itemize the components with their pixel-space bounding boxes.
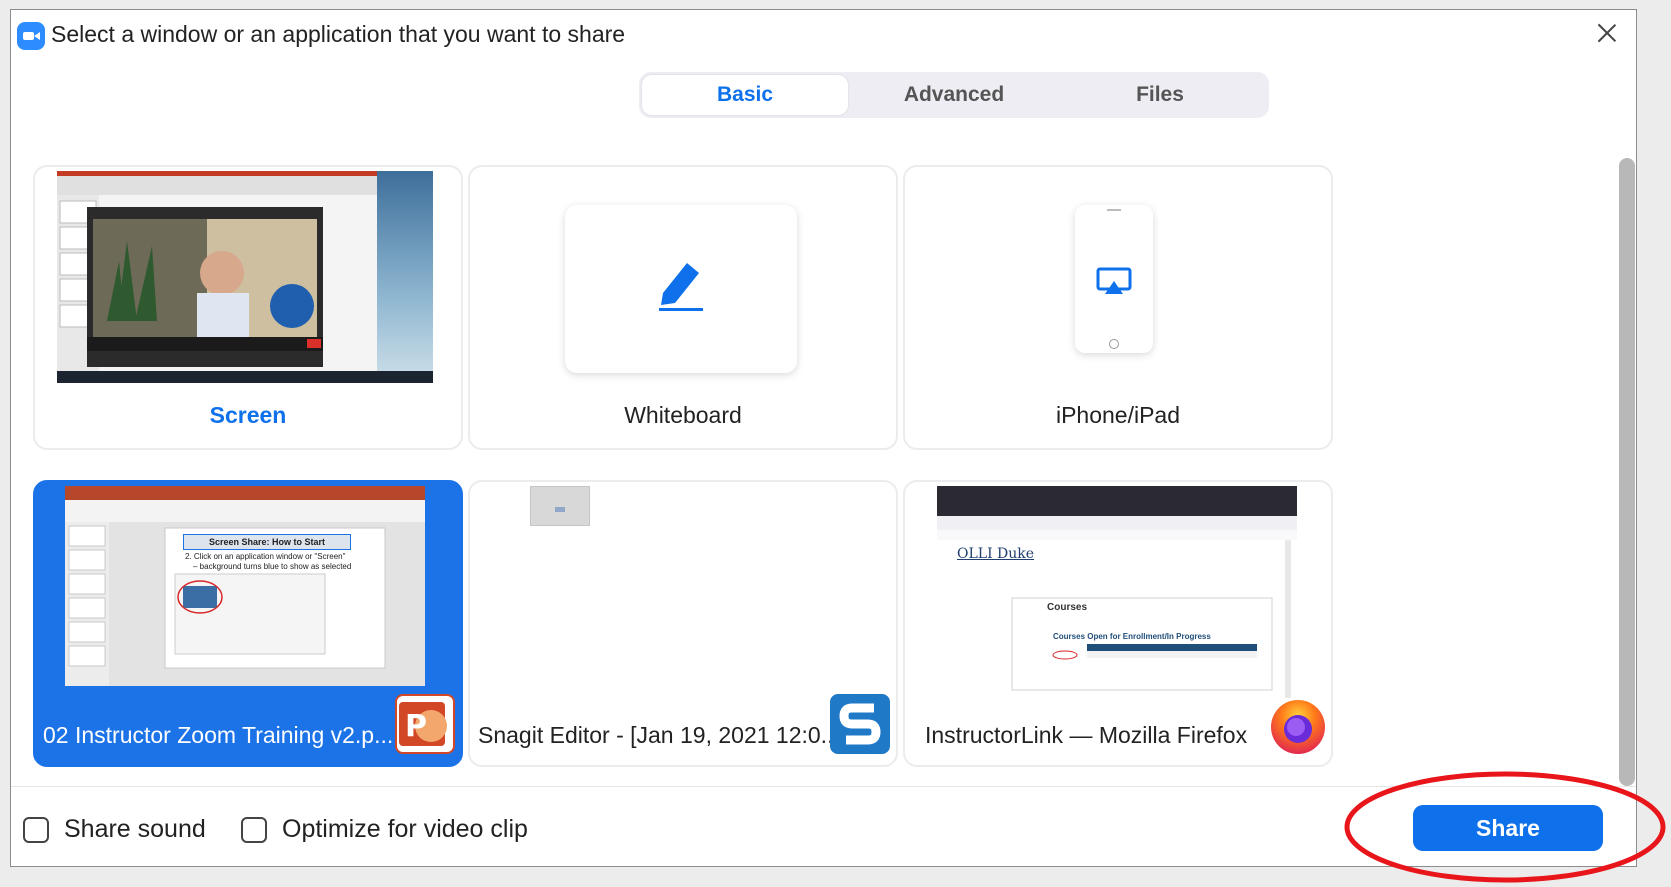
whiteboard-card[interactable]: Whiteboard [468,165,898,450]
snagit-icon [830,694,890,754]
tab-basic[interactable]: Basic [642,75,848,115]
screen-thumbnail [57,171,433,383]
slide-text-2: – background turns blue to show as selec… [193,562,352,571]
firefox-icon [1267,694,1327,754]
tab-advanced[interactable]: Advanced [851,75,1057,115]
zoom-camera-icon [17,22,45,50]
app-label-snagit: Snagit Editor - [Jan 19, 2021 12:0... [478,722,840,748]
whiteboard-tile [565,205,797,373]
share-dialog: Select a window or an application that y… [10,9,1637,867]
olli-logo: OLLI Duke [957,546,1035,562]
screen-card[interactable]: Screen [33,165,463,450]
pen-icon [659,263,703,311]
footer-divider [11,786,1636,787]
snagit-thumbnail [530,486,590,526]
app-label-firefox: InstructorLink — Mozilla Firefox [925,722,1248,748]
powerpoint-thumbnail: Screen Share: How to Start 2. Click on a… [65,486,425,686]
courses-heading: Courses [1047,602,1088,613]
app-card-powerpoint[interactable]: Screen Share: How to Start 2. Click on a… [33,480,463,767]
share-button[interactable]: Share [1413,805,1603,851]
app-card-firefox[interactable]: OLLI Duke Courses Courses Open for Enrol… [903,480,1333,767]
scrollbar[interactable] [1619,158,1635,786]
slide-text-1: 2. Click on an application window or "Sc… [185,552,346,561]
share-tabs: Basic Advanced Files [639,72,1269,118]
share-sound-checkbox[interactable] [23,817,49,843]
title-bar: Select a window or an application that y… [11,10,1636,58]
iphone-card[interactable]: iPhone/iPad [903,165,1333,450]
svg-text:P: P [405,709,427,744]
close-icon[interactable] [1592,18,1622,48]
optimize-video-checkbox[interactable] [241,817,267,843]
screen-label: Screen [209,402,287,428]
tab-files[interactable]: Files [1057,75,1263,115]
whiteboard-label: Whiteboard [624,402,742,428]
courses-subheading: Courses Open for Enrollment/In Progress [1053,632,1211,641]
share-sound-label[interactable]: Share sound [64,815,206,844]
dialog-title: Select a window or an application that y… [51,21,626,47]
firefox-thumbnail: OLLI Duke Courses Courses Open for Enrol… [937,486,1297,698]
airplay-phone-icon [1075,205,1153,353]
iphone-label: iPhone/iPad [1055,402,1181,428]
app-label-powerpoint: 02 Instructor Zoom Training v2.p... [43,722,394,748]
slide-title: Screen Share: How to Start [183,534,351,550]
app-card-snagit[interactable]: Snagit Editor - [Jan 19, 2021 12:0... [468,480,898,767]
optimize-video-label[interactable]: Optimize for video clip [282,815,528,844]
powerpoint-icon: P [395,694,455,754]
